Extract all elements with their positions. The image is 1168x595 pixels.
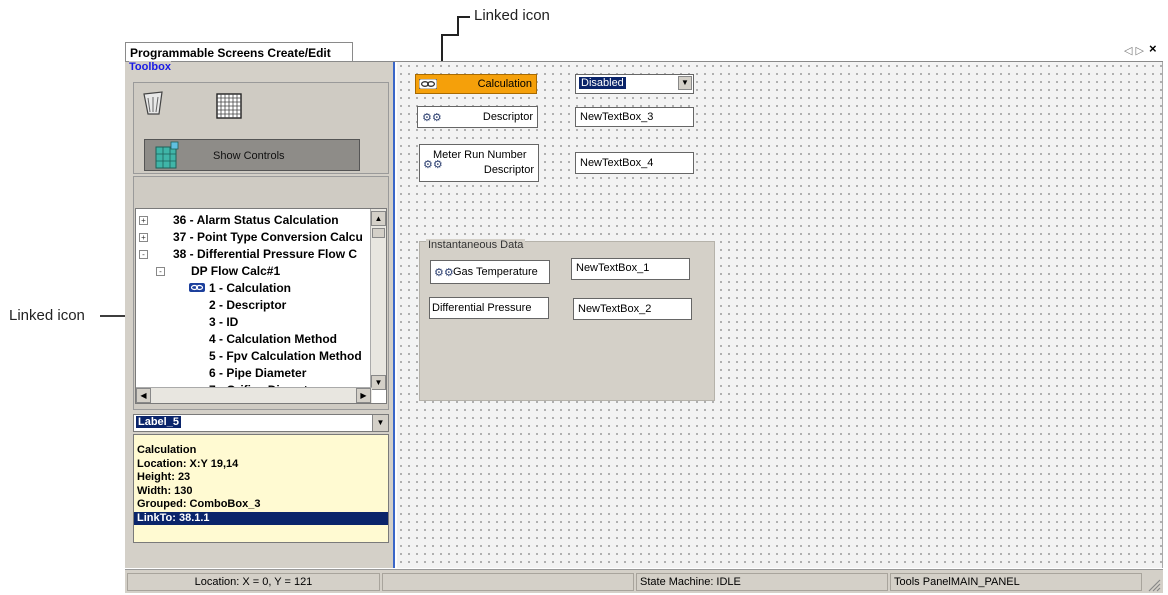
tree-horizontal-scrollbar[interactable]: ◀ ▶ (136, 387, 372, 403)
meter-run-label-control[interactable]: ⚙⚙ Meter Run Number Descriptor (419, 144, 539, 182)
scroll-up-icon[interactable]: ▲ (371, 211, 386, 226)
control-selector[interactable]: Label_5 ▼ (133, 414, 389, 432)
descriptor-label-control[interactable]: ⚙⚙ Descriptor (417, 106, 538, 128)
resize-grip-icon[interactable] (1147, 578, 1161, 592)
tree-item[interactable]: 3 - ID (209, 315, 238, 329)
properties-panel: Calculation Location: X:Y 19,14 Height: … (133, 434, 389, 543)
scroll-left-icon[interactable]: ◀ (136, 388, 151, 403)
scroll-thumb[interactable] (372, 228, 385, 238)
tree-item[interactable]: 37 - Point Type Conversion Calcu (173, 230, 363, 244)
callout-line-top-horizontal-2 (441, 34, 459, 36)
grid-icon[interactable] (216, 93, 242, 119)
scroll-down-icon[interactable]: ▼ (371, 375, 386, 390)
gears-icon: ⚙⚙ (434, 267, 454, 279)
callout-linked-icon-top: Linked icon (474, 7, 550, 24)
property-line: Calculation (137, 444, 197, 456)
tree-item[interactable]: 6 - Pipe Diameter (209, 366, 306, 380)
link-icon (189, 283, 205, 292)
status-tools-panel: Tools PanelMAIN_PANEL (890, 573, 1142, 591)
toolbox-title: Toolbox (129, 61, 171, 73)
scroll-right-icon[interactable]: ▶ (356, 388, 371, 403)
textbox-2-value: NewTextBox_2 (578, 303, 652, 315)
textbox-3[interactable]: NewTextBox_3 (575, 107, 694, 127)
chevron-down-icon[interactable]: ▼ (678, 76, 692, 90)
expand-icon[interactable]: + (139, 216, 148, 225)
meter-run-label-line1: Meter Run Number (433, 149, 527, 161)
status-state-machine: State Machine: IDLE (636, 573, 888, 591)
link-icon (419, 79, 437, 89)
calculation-label-control[interactable]: Calculation (415, 74, 537, 94)
calculation-combobox[interactable]: Disabled ▼ (575, 74, 694, 94)
show-controls-label: Show Controls (213, 150, 285, 162)
tree-item[interactable]: DP Flow Calc#1 (191, 264, 280, 278)
textbox-2[interactable]: NewTextBox_2 (573, 298, 692, 320)
gas-temperature-label-control[interactable]: ⚙⚙ Gas Temperature (430, 260, 550, 284)
textbox-1[interactable]: NewTextBox_1 (571, 258, 690, 280)
descriptor-label-text: Descriptor (482, 111, 533, 123)
tree-vertical-scrollbar[interactable]: ▲ ▼ (370, 209, 386, 390)
textbox-1-value: NewTextBox_1 (576, 262, 650, 274)
status-location: Location: X = 0, Y = 121 (127, 573, 380, 591)
textbox-3-value: NewTextBox_3 (580, 111, 654, 123)
calculation-label-text: Calculation (477, 78, 532, 90)
textbox-4-value: NewTextBox_4 (580, 157, 654, 169)
gas-temperature-label-text: Gas Temperature (453, 266, 538, 278)
combobox-value: Disabled (579, 77, 626, 89)
group-title: Instantaneous Data (426, 239, 526, 251)
callout-line-top-vertical-1 (457, 16, 459, 36)
property-line-selected[interactable]: LinkTo: 38.1.1 (134, 511, 388, 525)
textbox-4[interactable]: NewTextBox_4 (575, 152, 694, 174)
differential-pressure-label-text: Differential Pressure (432, 302, 532, 314)
property-line: Grouped: ComboBox_3 (137, 498, 261, 510)
tab-nav-arrows[interactable]: ◁ ▷ (1124, 44, 1144, 57)
tree-item[interactable]: 38 - Differential Pressure Flow C (173, 247, 357, 261)
status-blank (382, 573, 634, 591)
collapse-icon[interactable]: - (139, 250, 148, 259)
tree-item[interactable]: 4 - Calculation Method (209, 332, 337, 346)
callout-linked-icon-left: Linked icon (9, 307, 85, 324)
tree-item[interactable]: 36 - Alarm Status Calculation (173, 213, 339, 227)
recycle-bin-icon[interactable] (142, 90, 164, 116)
tab-programmable-screens[interactable]: Programmable Screens Create/Edit (125, 42, 353, 62)
meter-run-label-line2: Descriptor (483, 164, 534, 176)
tree-item[interactable]: 2 - Descriptor (209, 298, 286, 312)
chevron-down-icon[interactable]: ▼ (372, 415, 388, 431)
show-controls-button[interactable]: Show Controls (144, 139, 360, 171)
property-line: Height: 23 (137, 471, 191, 483)
tab-title: Programmable Screens Create/Edit (130, 46, 331, 60)
control-selector-value: Label_5 (136, 416, 181, 428)
property-line: Location: X:Y 19,14 (137, 457, 239, 470)
tree-item[interactable]: 1 - Calculation (209, 281, 291, 295)
collapse-icon[interactable]: - (156, 267, 165, 276)
tree-item[interactable]: 5 - Fpv Calculation Method (209, 349, 362, 363)
differential-pressure-label-control[interactable]: Differential Pressure (429, 297, 549, 319)
close-icon[interactable]: × (1149, 41, 1157, 56)
status-bar: Location: X = 0, Y = 121 State Machine: … (125, 569, 1163, 593)
controls-icon (155, 141, 179, 169)
point-tree[interactable]: + 36 - Alarm Status Calculation + 37 - P… (135, 208, 387, 404)
gears-icon: ⚙⚙ (422, 112, 442, 124)
expand-icon[interactable]: + (139, 233, 148, 242)
property-line: Width: 130 (137, 484, 193, 497)
